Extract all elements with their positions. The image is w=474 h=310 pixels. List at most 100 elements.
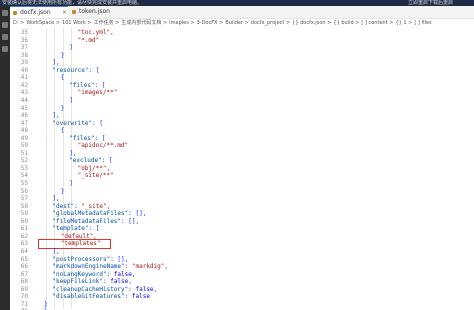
code-token: ] — [69, 96, 73, 104]
code-token: "_site/**" — [77, 172, 114, 180]
code-token: ], — [52, 195, 60, 203]
code-line[interactable]: ], — [69, 150, 76, 157]
line-number: 37 — [20, 44, 28, 52]
code-token: : [], — [128, 210, 147, 218]
code-line[interactable]: "cleanupCacheHistory": false, — [52, 286, 157, 293]
breadcrumb-item[interactable]: {} 1 > — [395, 20, 412, 26]
line-number: 52 — [20, 157, 28, 165]
code-line[interactable]: } — [61, 52, 65, 59]
code-token: : — [106, 270, 114, 278]
code-line[interactable]: { — [61, 127, 65, 134]
line-number: 57 — [20, 195, 28, 203]
code-token: : [ — [101, 157, 113, 165]
code-token: "files" — [69, 81, 95, 89]
code-line[interactable]: "images/**" — [78, 89, 118, 96]
code-line[interactable]: "files": [ — [69, 82, 105, 89]
code-line[interactable]: "overwrite": [ — [52, 120, 103, 127]
breadcrumb-item[interactable]: [ ] files — [414, 20, 431, 26]
code-line[interactable]: ], — [52, 248, 59, 255]
breadcrumb-item[interactable]: docfx_project > — [251, 20, 290, 26]
line-number: 59 — [20, 210, 28, 218]
code-token: ] — [69, 44, 73, 52]
line-number: 47 — [20, 119, 28, 127]
code-line[interactable]: "markdownEngineName": "markdig", — [52, 263, 168, 270]
code-line[interactable]: "files": [ — [69, 135, 105, 142]
line-number: 38 — [20, 51, 28, 59]
code-line[interactable]: "*.md" — [78, 37, 100, 44]
code-token: "exclude" — [69, 157, 102, 165]
code-line[interactable]: "fileMetadataFiles": [], — [52, 218, 139, 225]
code-token: ], — [52, 247, 60, 255]
code-line[interactable]: } — [61, 188, 65, 195]
line-number: 44 — [20, 96, 28, 104]
close-icon[interactable]: × — [62, 7, 67, 19]
tab-label: docfx.json — [20, 9, 51, 16]
code-line[interactable]: "toc.yml", — [78, 29, 114, 36]
line-number: 64 — [20, 247, 28, 255]
breadcrumb-item[interactable]: {} build > — [333, 20, 359, 26]
extensions-icon[interactable] — [2, 46, 8, 52]
tab-docfx-json[interactable]: docfx.json × — [10, 6, 68, 18]
code-line[interactable]: ], — [52, 195, 59, 202]
highlight-annotation-box — [38, 238, 111, 249]
code-line[interactable]: "postProcessors": [], — [52, 256, 128, 263]
code-token: "resource" — [52, 66, 89, 74]
breadcrumb-item[interactable]: WorkSpace > — [26, 20, 60, 26]
code-token: "keepFileLink" — [52, 278, 103, 286]
code-token: } — [60, 104, 65, 112]
code-line[interactable]: } — [61, 105, 65, 112]
breadcrumb-item[interactable]: D: > — [13, 20, 24, 26]
line-number: 60 — [20, 217, 28, 225]
code-token: : [ — [88, 66, 100, 74]
code-token: : [ — [94, 81, 106, 89]
code-line[interactable]: "dest": "_site", — [52, 203, 110, 210]
code-line[interactable]: ], — [52, 112, 59, 119]
breadcrumb-item[interactable]: Imaples > — [169, 20, 194, 26]
code-line[interactable]: { — [61, 74, 65, 81]
breadcrumb-item[interactable]: 3-DocFX > — [197, 20, 224, 26]
source-control-icon[interactable] — [2, 34, 8, 40]
code-editor[interactable]: 35 "toc.yml", 36 "*.md" 37] 38} 39], 40 "resourc… — [10, 28, 474, 310]
code-token: } — [60, 187, 65, 195]
code-line[interactable]: "apidoc/**.md" — [78, 142, 129, 149]
code-line[interactable]: ], — [52, 59, 59, 66]
code-token: "files" — [69, 134, 95, 142]
code-line[interactable]: ] — [69, 97, 73, 104]
code-line[interactable]: "noLangKeyword": false, — [52, 271, 135, 278]
code-line[interactable]: "obj/**", — [78, 165, 111, 172]
code-line[interactable]: "_site/**" — [78, 172, 114, 179]
search-icon[interactable] — [2, 22, 8, 28]
tab-token-json[interactable]: token.json — [69, 6, 123, 18]
line-number: 58 — [20, 202, 28, 210]
code-line[interactable]: "keepFileLink": false, — [52, 278, 132, 285]
code-line[interactable]: "exclude": [ — [69, 157, 112, 164]
code-line[interactable]: ] — [69, 44, 73, 51]
breadcrumb-item[interactable]: Builder > — [225, 20, 248, 26]
code-line[interactable]: } — [44, 301, 48, 308]
code-line[interactable]: "template": [ — [52, 225, 99, 232]
explorer-icon[interactable] — [2, 10, 8, 16]
line-number: 51 — [20, 149, 28, 157]
line-number: 53 — [20, 164, 28, 172]
code-token: ], — [52, 59, 60, 67]
code-token: "fileMetadataFiles" — [52, 217, 122, 225]
code-token: ], — [69, 149, 77, 157]
breadcrumb-item[interactable]: 工作任务 > — [94, 20, 120, 26]
code-token: , — [106, 202, 111, 210]
breadcrumb-item[interactable]: {} docfx.json > — [292, 20, 331, 26]
code-token: , — [153, 285, 158, 293]
code-line[interactable]: "resource": [ — [52, 67, 99, 74]
code-token: : [ — [88, 225, 100, 233]
code-token: false — [110, 278, 129, 286]
code-line[interactable]: "disableGitFeatures": false — [52, 293, 150, 300]
breadcrumb-item[interactable]: 101 Work > — [62, 20, 92, 26]
code-token: "images/**" — [77, 89, 118, 97]
code-token: , — [131, 270, 136, 278]
code-line[interactable]: "globalMetadataFiles": [], — [52, 210, 146, 217]
code-line[interactable]: ] — [69, 180, 73, 187]
code-token: : — [124, 293, 132, 301]
breadcrumb-item[interactable]: [ ] content > — [361, 20, 393, 26]
line-number: 49 — [20, 134, 28, 142]
code-token: false — [113, 270, 132, 278]
breadcrumb-item[interactable]: 生成内部代码文档 > — [121, 20, 167, 26]
